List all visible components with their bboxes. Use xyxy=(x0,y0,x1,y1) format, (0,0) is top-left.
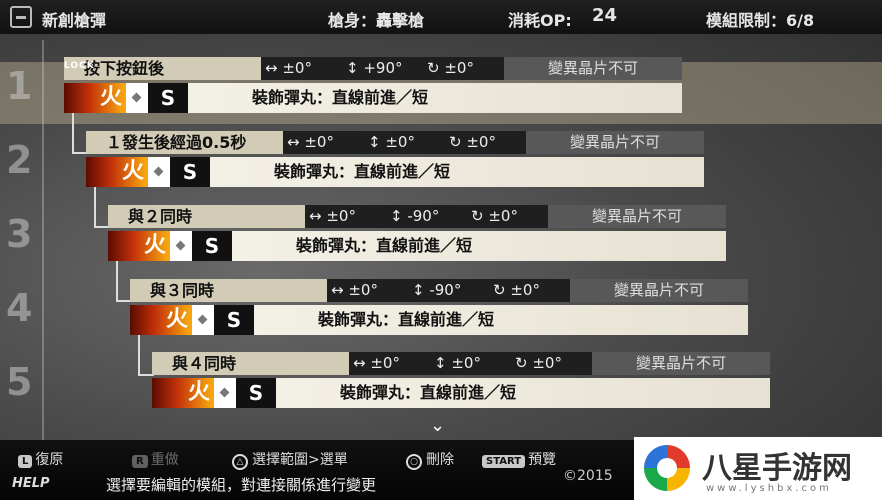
preview-label: 預覽 xyxy=(528,452,557,468)
vertical-angle[interactable]: ↕ -90° xyxy=(412,279,461,302)
direction-settings[interactable]: ↔ ±0° ↕ -90° ↻ ±0° xyxy=(327,279,570,302)
watermark-logo: 八星手游网 www.lyshbx.com xyxy=(634,437,882,500)
l-button-icon: L xyxy=(18,455,33,468)
row-guide-line xyxy=(42,40,44,440)
op-cost-value: 24 xyxy=(592,5,618,26)
horizontal-angle[interactable]: ↔ ±0° xyxy=(287,131,334,154)
r-button-icon: R xyxy=(132,455,148,468)
module-row-3[interactable]: 與２同時 ↔ ±0° ↕ -90° ↻ ±0° 變異晶片不可 火 S 裝飾彈丸：… xyxy=(108,205,726,261)
mutation-chip-note: 變異晶片不可 xyxy=(504,57,682,80)
row-number-2: 2 xyxy=(6,138,33,182)
fire-element-icon: 火 xyxy=(64,83,126,113)
bullet-size: S xyxy=(236,378,276,408)
bullet-description[interactable]: 裝飾彈丸：直線前進／短 xyxy=(276,378,770,408)
undo-label: 復原 xyxy=(35,452,64,468)
redo-control[interactable]: R 重做 xyxy=(132,449,179,469)
direction-settings[interactable]: ↔ ±0° ↕ +90° ↻ ±0° xyxy=(261,57,504,80)
diamond-icon xyxy=(170,231,192,261)
module-limit-label: 模組限制：6/8 xyxy=(706,11,815,30)
rotation-angle[interactable]: ↻ ±0° xyxy=(471,205,518,228)
rotation-angle[interactable]: ↻ ±0° xyxy=(449,131,496,154)
help-hint-text: 選擇要編輯的模組，對連接關係進行變更 xyxy=(106,476,377,494)
delete-label: 刪除 xyxy=(426,452,454,468)
horizontal-angle[interactable]: ↔ ±0° xyxy=(353,352,400,375)
diamond-icon xyxy=(192,305,214,335)
op-cost-label: 消耗OP: xyxy=(508,11,572,30)
horizontal-angle[interactable]: ↔ ±0° xyxy=(309,205,356,228)
mutation-chip-note: 變異晶片不可 xyxy=(526,131,704,154)
row-number-4: 4 xyxy=(6,286,33,330)
rotation-angle[interactable]: ↻ ±0° xyxy=(427,57,474,80)
vertical-angle[interactable]: ↕ ±0° xyxy=(434,352,481,375)
help-label[interactable]: HELP xyxy=(12,476,50,491)
scroll-down-chevron-icon[interactable]: ⌄ xyxy=(430,415,445,436)
bullet-size: S xyxy=(192,231,232,261)
trigger-condition[interactable]: 與２同時 xyxy=(108,205,305,228)
preview-control[interactable]: START 預覽 xyxy=(482,449,556,469)
page-title: 新創槍彈 xyxy=(42,11,107,30)
fire-element-icon: 火 xyxy=(108,231,170,261)
vertical-angle[interactable]: ↕ -90° xyxy=(390,205,439,228)
rotation-angle[interactable]: ↻ ±0° xyxy=(493,279,540,302)
delete-control[interactable]: ○ 刪除 xyxy=(406,449,454,470)
diamond-icon xyxy=(126,83,148,113)
direction-settings[interactable]: ↔ ±0° ↕ ±0° ↻ ±0° xyxy=(349,352,592,375)
module-row-1[interactable]: 按下按鈕後 ↔ ±0° ↕ +90° ↻ ±0° 變異晶片不可 火 S 裝飾彈丸… xyxy=(64,57,682,113)
fire-element-icon: 火 xyxy=(86,157,148,187)
undo-control[interactable]: L 復原 xyxy=(18,449,63,469)
bullet-description[interactable]: 裝飾彈丸：直線前進／短 xyxy=(254,305,748,335)
redo-label: 重做 xyxy=(150,452,179,468)
lock-badge: LOCK xyxy=(64,61,95,71)
diamond-icon xyxy=(148,157,170,187)
start-button-icon: START xyxy=(482,455,526,468)
copyright-text: ©2015 xyxy=(563,468,613,484)
bullet-size: S xyxy=(170,157,210,187)
mutation-chip-note: 變異晶片不可 xyxy=(592,352,770,375)
direction-settings[interactable]: ↔ ±0° ↕ ±0° ↻ ±0° xyxy=(283,131,526,154)
horizontal-angle[interactable]: ↔ ±0° xyxy=(265,57,312,80)
mutation-chip-note: 變異晶片不可 xyxy=(548,205,726,228)
rotation-angle[interactable]: ↻ ±0° xyxy=(515,352,562,375)
watermark-url: www.lyshbx.com xyxy=(706,483,832,494)
mutation-chip-note: 變異晶片不可 xyxy=(570,279,748,302)
row-number-1: 1 xyxy=(6,64,33,108)
module-row-5[interactable]: 與４同時 ↔ ±0° ↕ ±0° ↻ ±0° 變異晶片不可 火 S 裝飾彈丸：直… xyxy=(152,352,770,408)
trigger-condition[interactable]: 與４同時 xyxy=(152,352,349,375)
watermark-title: 八星手游网 xyxy=(702,451,852,486)
diamond-icon xyxy=(214,378,236,408)
trigger-condition[interactable]: １發生後經過0.5秒 xyxy=(86,131,283,154)
circle-button-icon: ○ xyxy=(406,454,422,470)
direction-settings[interactable]: ↔ ±0° ↕ -90° ↻ ±0° xyxy=(305,205,548,228)
bullet-size: S xyxy=(214,305,254,335)
vertical-angle[interactable]: ↕ +90° xyxy=(346,57,403,80)
row-number-3: 3 xyxy=(6,212,33,256)
fire-element-icon: 火 xyxy=(152,378,214,408)
select-range-label: 選擇範圍>選單 xyxy=(252,452,348,468)
select-range-control[interactable]: △ 選擇範圍>選單 xyxy=(232,449,348,470)
trigger-condition[interactable]: 與３同時 xyxy=(130,279,327,302)
gun-type-label: 槍身：轟擊槍 xyxy=(328,11,425,30)
triangle-button-icon: △ xyxy=(232,454,248,470)
row-number-5: 5 xyxy=(6,360,33,404)
bullet-description[interactable]: 裝飾彈丸：直線前進／短 xyxy=(188,83,682,113)
bullet-description[interactable]: 裝飾彈丸：直線前進／短 xyxy=(232,231,726,261)
watermark-gem-icon xyxy=(644,445,690,491)
app-logo-icon xyxy=(10,6,32,28)
top-bar: 新創槍彈 槍身：轟擊槍 消耗OP: 24 模組限制：6/8 xyxy=(0,0,882,34)
module-row-2[interactable]: １發生後經過0.5秒 ↔ ±0° ↕ ±0° ↻ ±0° 變異晶片不可 火 S … xyxy=(86,131,704,187)
horizontal-angle[interactable]: ↔ ±0° xyxy=(331,279,378,302)
bullet-description[interactable]: 裝飾彈丸：直線前進／短 xyxy=(210,157,704,187)
fire-element-icon: 火 xyxy=(130,305,192,335)
module-row-4[interactable]: 與３同時 ↔ ±0° ↕ -90° ↻ ±0° 變異晶片不可 火 S 裝飾彈丸：… xyxy=(130,279,748,335)
vertical-angle[interactable]: ↕ ±0° xyxy=(368,131,415,154)
bullet-size: S xyxy=(148,83,188,113)
